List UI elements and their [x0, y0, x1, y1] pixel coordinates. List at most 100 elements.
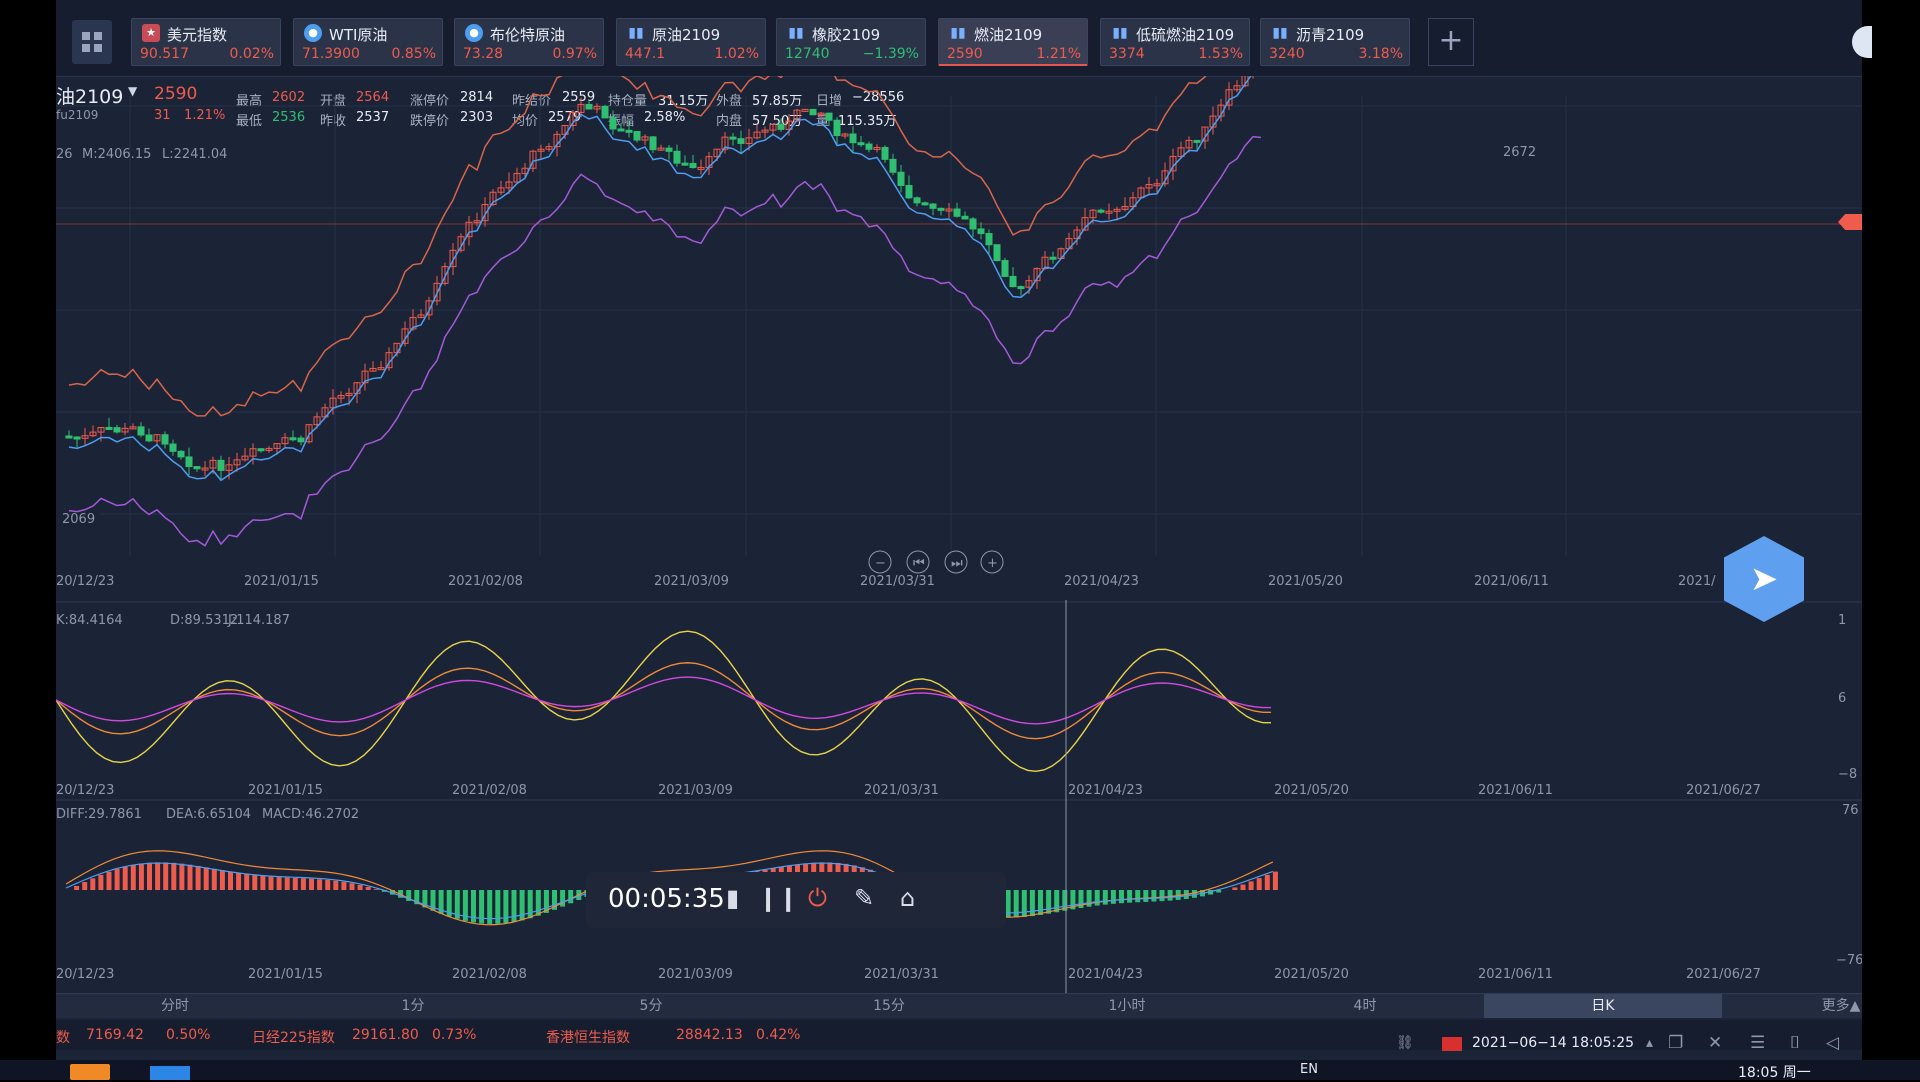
macd-bar	[90, 878, 95, 890]
add-quote-button[interactable]: +	[1428, 18, 1474, 66]
macd-bar	[1046, 890, 1051, 914]
kdj-d-line	[56, 677, 1271, 724]
macd-bar	[228, 872, 233, 890]
macd-bar	[1127, 890, 1132, 903]
quote-tab[interactable]: ▮▮低硫燃油210933741.53%	[1100, 18, 1250, 66]
quote-price: 12740	[785, 46, 830, 62]
macd-bar	[252, 875, 257, 890]
taskbar-app-icon[interactable]	[70, 1064, 110, 1080]
candle	[826, 113, 832, 120]
kdj-indicator-chart[interactable]: K:84.4164D:89.5312J:114.18716−820/12/232…	[56, 600, 1862, 800]
home-icon[interactable]: ⌂	[900, 884, 915, 912]
candle	[866, 144, 872, 149]
boll-low-label: L:2241.04	[162, 147, 227, 162]
macd-bar	[1014, 890, 1019, 918]
x-axis-date: 2021/01/15	[244, 574, 319, 586]
boll-mid-label: M:2406.15	[82, 147, 151, 162]
macd-bar	[520, 890, 525, 920]
period-tab[interactable]: 4时	[1246, 994, 1484, 1018]
macd-axis-label: −76	[1836, 953, 1862, 968]
quote-tab[interactable]: ●布伦特原油73.280.97%	[454, 18, 604, 66]
pause-icon[interactable]: ❙❙	[758, 884, 798, 912]
candle	[810, 109, 816, 114]
macd-bar	[1111, 890, 1116, 904]
x-axis-date: 2021/03/09	[654, 574, 729, 586]
x-axis-date: 2021/02/08	[452, 967, 527, 982]
period-tab[interactable]: 更多▲	[1722, 994, 1862, 1018]
period-tab[interactable]: 分时	[56, 994, 294, 1018]
candle	[258, 449, 264, 451]
macd-bar	[374, 889, 379, 890]
pen-icon[interactable]: ✎	[854, 884, 874, 912]
taskbar-app-icon[interactable]	[150, 1066, 190, 1080]
candle	[186, 457, 192, 467]
kdj-axis-label: 1	[1838, 613, 1846, 628]
candle	[146, 435, 152, 441]
quote-tab[interactable]: ▮▮橡胶210912740−1.39%	[776, 18, 926, 66]
candle	[962, 216, 968, 219]
quote-tab[interactable]: ▮▮燃油210925901.21%	[938, 18, 1088, 66]
quote-name: 低硫燃油2109	[1136, 24, 1234, 45]
speaker-icon[interactable]: ◁	[1826, 1033, 1839, 1053]
x-axis-date: 2021/02/08	[448, 574, 523, 586]
list-icon[interactable]: ☰	[1750, 1033, 1765, 1053]
camera-icon[interactable]: ⌷	[1790, 1033, 1800, 1053]
x-axis-date: 2021/06/11	[1478, 967, 1553, 982]
macd-bar	[1054, 890, 1059, 912]
quote-name: 沥青2109	[1296, 24, 1364, 45]
macd-bar	[244, 874, 249, 890]
tools-icon[interactable]: ✕	[1708, 1033, 1722, 1053]
macd-bar	[1249, 881, 1254, 890]
quote-price: 90.517	[140, 46, 189, 62]
candle	[938, 208, 944, 210]
candle	[930, 204, 936, 208]
zoom-in-icon-glyph: +	[987, 556, 998, 571]
kdj-axis-label: 6	[1838, 691, 1846, 706]
macd-bar	[1160, 890, 1165, 901]
macd-bar	[74, 886, 79, 890]
bird-icon: ➤	[1750, 559, 1779, 599]
quote-tab[interactable]: ▮▮沥青210932403.18%	[1260, 18, 1410, 66]
macd-bar	[204, 867, 209, 890]
quote-tab[interactable]: ▮▮原油2109447.11.02%	[616, 18, 766, 66]
candle	[834, 120, 840, 135]
quote-change: 0.85%	[392, 46, 436, 62]
macd-bar	[220, 870, 225, 890]
stop-power-icon[interactable]: ⏻	[808, 884, 827, 912]
quote-name: 燃油2109	[974, 24, 1042, 45]
macd-bar	[188, 865, 193, 890]
quote-price: 447.1	[625, 46, 665, 62]
quote-tab[interactable]: ★美元指数90.5170.02%	[131, 18, 281, 66]
quote-price: 3240	[1269, 46, 1305, 62]
candle	[1098, 210, 1104, 212]
period-tab[interactable]: 日K	[1484, 994, 1722, 1018]
os-taskbar: EN 18:05 周一	[0, 1060, 1920, 1080]
quote-tab[interactable]: ●WTI原油71.39000.85%	[293, 18, 443, 66]
macd-bar	[1168, 890, 1173, 901]
macd-bar	[528, 890, 533, 918]
macd-bar	[333, 881, 338, 890]
candle	[682, 163, 688, 165]
period-tab[interactable]: 15分	[770, 994, 1008, 1018]
recorder-level-icon: ▮	[726, 884, 739, 912]
period-tab[interactable]: 1分	[294, 994, 532, 1018]
quote-name: 布伦特原油	[490, 24, 565, 45]
macd-bar	[1022, 890, 1027, 917]
unlink-icon[interactable]: ⛓	[1396, 1035, 1414, 1051]
candle	[610, 118, 616, 129]
period-tab[interactable]: 5分	[532, 994, 770, 1018]
quote-bar: ★美元指数90.5170.02%●WTI原油71.39000.85%●布伦特原油…	[56, 0, 1862, 77]
caret-up-icon[interactable]: ▴	[1646, 1035, 1653, 1051]
macd-bar	[1119, 890, 1124, 903]
bar-chart-icon: ▮▮	[1271, 24, 1289, 42]
window-icon[interactable]: ❐	[1668, 1033, 1683, 1053]
macd-bar	[317, 879, 322, 890]
macd-dea-label: DEA:6.65104	[166, 807, 251, 822]
grid-menu-button[interactable]	[72, 20, 112, 64]
candlestick-chart[interactable]: 26M:2406.15L:2241.0426722069−⏮⏭+20/12/23…	[56, 76, 1862, 586]
macd-bar	[309, 879, 314, 890]
quote-price: 2590	[947, 46, 983, 62]
input-lang[interactable]: EN	[1300, 1062, 1318, 1077]
period-tab[interactable]: 1小时	[1008, 994, 1246, 1018]
macd-bar	[171, 863, 176, 890]
